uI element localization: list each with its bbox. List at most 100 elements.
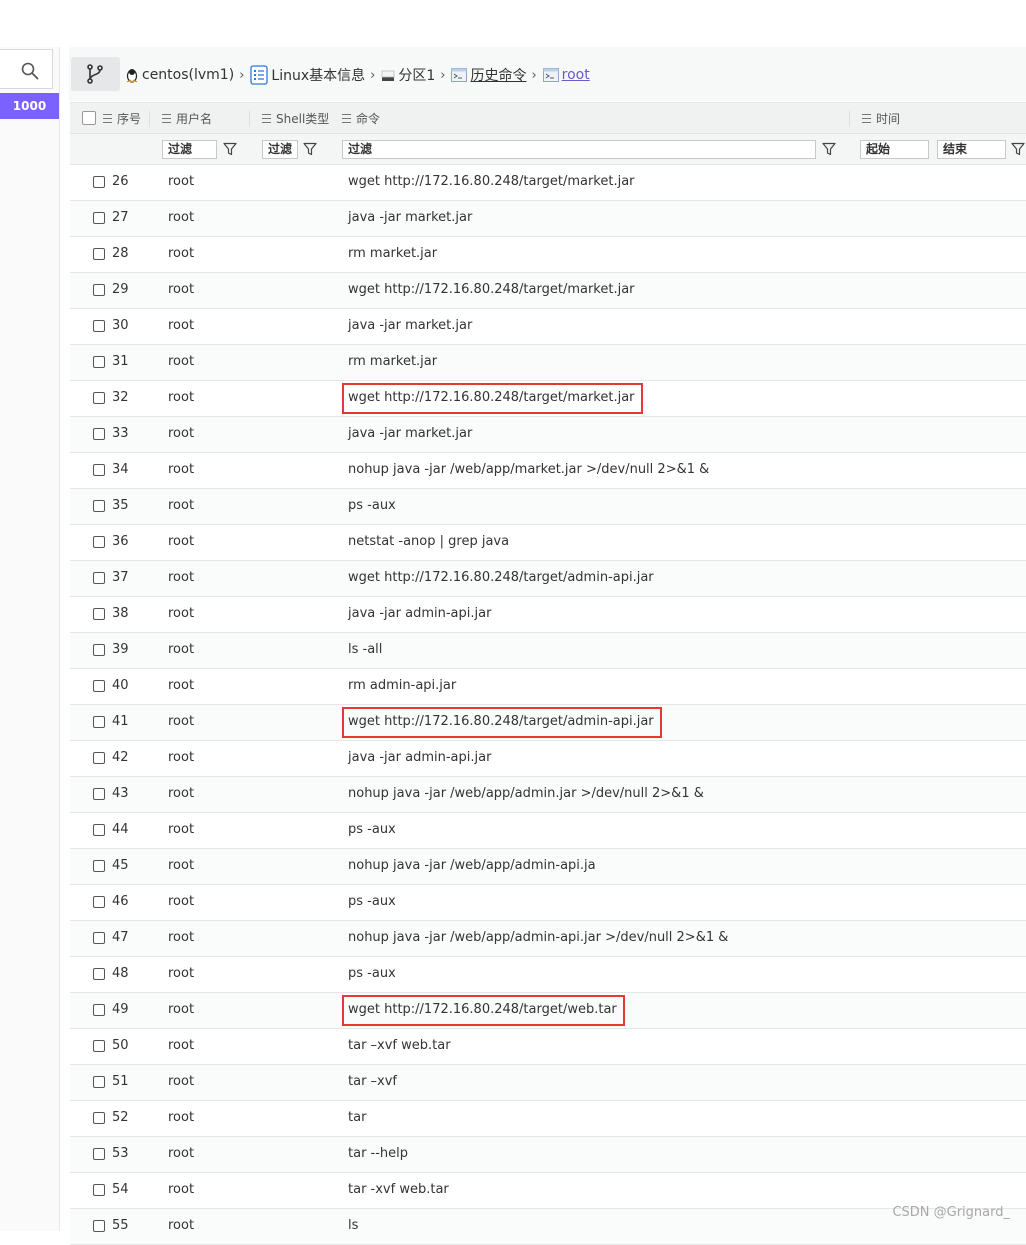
table-row[interactable]: 32 root wget http://172.16.80.248/target/m… <box>70 381 1026 417</box>
table-row[interactable]: 30 root java -jar market.jar <box>70 309 1026 345</box>
table-row[interactable]: 35 root ps -aux <box>70 489 1026 525</box>
row-checkbox[interactable] <box>93 788 105 800</box>
user-filter-input[interactable]: 过滤 <box>262 140 298 159</box>
table-header: 序号 用户名 Shell类型 命令 时间 <box>70 102 1026 134</box>
table-row[interactable]: 52 root tar <box>70 1101 1026 1137</box>
row-checkbox[interactable] <box>93 896 105 908</box>
row-checkbox[interactable] <box>93 860 105 872</box>
filter-icon[interactable] <box>822 142 836 156</box>
row-checkbox[interactable] <box>93 1076 105 1088</box>
row-checkbox[interactable] <box>93 284 105 296</box>
filter-icon[interactable] <box>1011 142 1025 156</box>
row-checkbox[interactable] <box>93 536 105 548</box>
table-row[interactable]: 48 root ps -aux <box>70 957 1026 993</box>
row-checkbox[interactable] <box>93 176 105 188</box>
row-checkbox[interactable] <box>93 572 105 584</box>
row-checkbox[interactable] <box>93 1004 105 1016</box>
table-row[interactable]: 42 root java -jar admin-api.jar <box>70 741 1026 777</box>
column-time-header[interactable]: 时间 <box>862 103 900 133</box>
row-checkbox[interactable] <box>93 500 105 512</box>
breadcrumb-item-host[interactable]: centos(lvm1) <box>125 67 234 83</box>
row-command: tar –xvf web.tar <box>348 1038 451 1053</box>
row-checkbox[interactable] <box>93 644 105 656</box>
row-user: root <box>168 714 195 729</box>
table-row[interactable]: 54 root tar -xvf web.tar <box>70 1173 1026 1209</box>
row-checkbox[interactable] <box>93 464 105 476</box>
row-checkbox[interactable] <box>93 608 105 620</box>
row-checkbox[interactable] <box>93 1112 105 1124</box>
table-row[interactable]: 28 root rm market.jar <box>70 237 1026 273</box>
column-menu-icon[interactable] <box>103 113 112 123</box>
index-filter-input[interactable]: 过滤 <box>162 140 217 159</box>
count-badge[interactable]: 1000 <box>0 93 59 119</box>
row-checkbox[interactable] <box>93 212 105 224</box>
table-row[interactable]: 34 root nohup java -jar /web/app/market.ja… <box>70 453 1026 489</box>
row-checkbox[interactable] <box>93 1040 105 1052</box>
breadcrumb-item-partition[interactable]: 分区1 <box>381 65 435 85</box>
time-end-input[interactable]: 结束 <box>937 140 1006 159</box>
table-row[interactable]: 40 root rm admin-api.jar <box>70 669 1026 705</box>
row-checkbox[interactable] <box>93 752 105 764</box>
row-checkbox[interactable] <box>93 932 105 944</box>
row-checkbox[interactable] <box>93 1148 105 1160</box>
row-user: root <box>168 354 195 369</box>
column-divider[interactable] <box>849 111 850 127</box>
row-checkbox[interactable] <box>93 716 105 728</box>
table-row[interactable]: 47 root nohup java -jar /web/app/admin-api… <box>70 921 1026 957</box>
breadcrumb-item-history[interactable]: 历史命令 <box>451 65 526 85</box>
search-button[interactable] <box>0 49 53 89</box>
table-row[interactable]: 33 root java -jar market.jar <box>70 417 1026 453</box>
row-checkbox[interactable] <box>93 968 105 980</box>
row-user: root <box>168 1146 195 1161</box>
column-divider[interactable] <box>149 111 150 127</box>
table-row[interactable]: 27 root java -jar market.jar <box>70 201 1026 237</box>
column-command-header[interactable]: 命令 <box>342 103 380 133</box>
filter-icon[interactable] <box>303 142 317 156</box>
table-row[interactable]: 37 root wget http://172.16.80.248/target/a… <box>70 561 1026 597</box>
row-checkbox[interactable] <box>93 356 105 368</box>
table-row[interactable]: 31 root rm market.jar <box>70 345 1026 381</box>
table-row[interactable]: 36 root netstat -anop | grep java <box>70 525 1026 561</box>
time-start-input[interactable]: 起始 <box>860 140 929 159</box>
table-row[interactable]: 39 root ls -all <box>70 633 1026 669</box>
table-row[interactable]: 41 root wget http://172.16.80.248/target/a… <box>70 705 1026 741</box>
table-row[interactable]: 43 root nohup java -jar /web/app/admin.jar… <box>70 777 1026 813</box>
row-checkbox[interactable] <box>93 824 105 836</box>
row-command: ps -aux <box>348 822 396 837</box>
table-row[interactable]: 26 root wget http://172.16.80.248/target/m… <box>70 165 1026 201</box>
row-checkbox[interactable] <box>93 320 105 332</box>
command-filter-input[interactable]: 过滤 <box>342 140 816 159</box>
table-row[interactable]: 50 root tar –xvf web.tar <box>70 1029 1026 1065</box>
table-row[interactable]: 49 root wget http://172.16.80.248/target/w… <box>70 993 1026 1029</box>
table-row[interactable]: 45 root nohup java -jar /web/app/admin-api… <box>70 849 1026 885</box>
table-row[interactable]: 44 root ps -aux <box>70 813 1026 849</box>
table-row[interactable]: 29 root wget http://172.16.80.248/target/m… <box>70 273 1026 309</box>
column-index-header[interactable]: 序号 <box>82 103 141 133</box>
breadcrumb-separator: › <box>239 67 245 83</box>
filter-icon[interactable] <box>223 142 237 156</box>
row-checkbox[interactable] <box>93 1220 105 1232</box>
row-checkbox[interactable] <box>93 428 105 440</box>
table-row[interactable]: 46 root ps -aux <box>70 885 1026 921</box>
column-divider[interactable] <box>249 111 250 127</box>
watermark: CSDN @Grignard_ <box>892 1205 1010 1220</box>
select-all-checkbox[interactable] <box>82 111 96 125</box>
row-checkbox[interactable] <box>93 680 105 692</box>
column-user-header[interactable]: 用户名 <box>162 103 212 133</box>
column-menu-icon[interactable] <box>862 113 871 123</box>
row-user: root <box>168 930 195 945</box>
column-shell-header[interactable]: Shell类型 <box>262 103 329 133</box>
column-menu-icon[interactable] <box>162 113 171 123</box>
table-row[interactable]: 53 root tar --help <box>70 1137 1026 1173</box>
branch-button[interactable] <box>71 57 120 91</box>
column-menu-icon[interactable] <box>262 113 271 123</box>
row-checkbox[interactable] <box>93 248 105 260</box>
column-menu-icon[interactable] <box>342 113 351 123</box>
row-checkbox[interactable] <box>93 1184 105 1196</box>
table-row[interactable]: 38 root java -jar admin-api.jar <box>70 597 1026 633</box>
table-row[interactable]: 55 root ls <box>70 1209 1026 1245</box>
breadcrumb-item-linux-info[interactable]: Linux基本信息 <box>250 65 365 85</box>
row-checkbox[interactable] <box>93 392 105 404</box>
table-row[interactable]: 51 root tar –xvf <box>70 1065 1026 1101</box>
breadcrumb-item-root[interactable]: root <box>542 67 590 83</box>
